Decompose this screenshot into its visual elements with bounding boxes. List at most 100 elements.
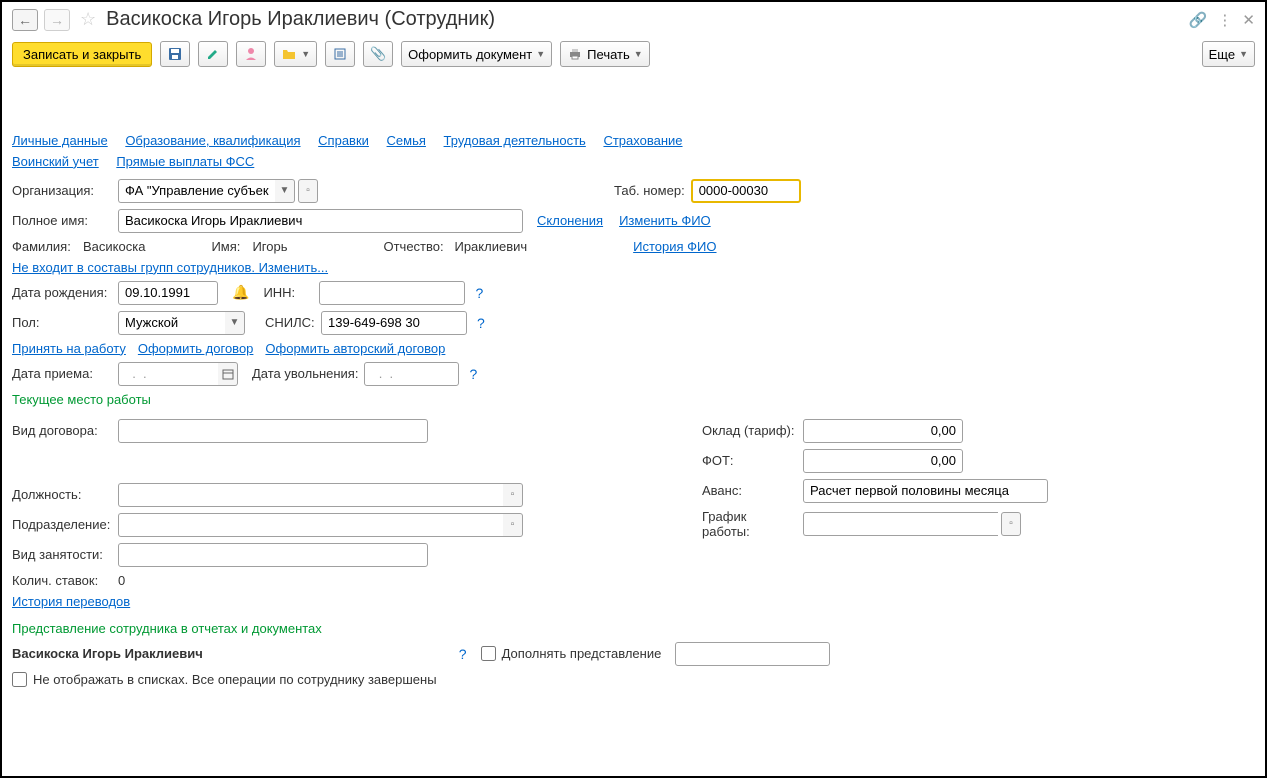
link-icon[interactable]: 🔗 bbox=[1189, 11, 1208, 29]
edit-button[interactable] bbox=[198, 41, 228, 67]
nav-family[interactable]: Семья bbox=[387, 133, 426, 148]
declensions-link[interactable]: Склонения bbox=[537, 213, 603, 228]
hire-link[interactable]: Принять на работу bbox=[12, 341, 126, 356]
repr-add-input[interactable] bbox=[675, 642, 830, 666]
schedule-open-button[interactable]: ▫ bbox=[1001, 512, 1021, 536]
calendar-icon bbox=[222, 368, 234, 380]
kebab-menu-icon[interactable]: ⋮ bbox=[1217, 11, 1232, 29]
nav-insurance[interactable]: Страхование bbox=[603, 133, 682, 148]
emptype-label: Вид занятости: bbox=[12, 547, 112, 562]
author-contract-link[interactable]: Оформить авторский договор bbox=[265, 341, 445, 356]
salary-input[interactable] bbox=[803, 419, 963, 443]
nav-personal[interactable]: Личные данные bbox=[12, 133, 108, 148]
folder-icon bbox=[281, 46, 297, 62]
more-button[interactable]: Еще▼ bbox=[1202, 41, 1255, 67]
middlename-value: Ираклиевич bbox=[454, 239, 527, 254]
firedate-label: Дата увольнения: bbox=[252, 366, 358, 381]
contract-link[interactable]: Оформить договор bbox=[138, 341, 254, 356]
position-open-button[interactable]: ▫ bbox=[503, 483, 523, 507]
list-icon bbox=[332, 46, 348, 62]
sex-combo: ▼ bbox=[118, 311, 245, 335]
floppy-icon bbox=[167, 46, 183, 62]
nav-fss[interactable]: Прямые выплаты ФСС bbox=[116, 154, 254, 169]
dob-input[interactable] bbox=[118, 281, 218, 305]
pencil-icon bbox=[205, 46, 221, 62]
org-open-button[interactable]: ▫ bbox=[298, 179, 318, 203]
fot-label: ФОТ: bbox=[702, 453, 797, 468]
nav-military[interactable]: Воинский учет bbox=[12, 154, 99, 169]
position-label: Должность: bbox=[12, 487, 112, 502]
schedule-input[interactable] bbox=[803, 512, 998, 536]
fot-input[interactable] bbox=[803, 449, 963, 473]
transfers-link[interactable]: История переводов bbox=[12, 594, 130, 609]
hiredate-calendar-button[interactable] bbox=[218, 362, 238, 386]
snils-label: СНИЛС: bbox=[265, 315, 315, 330]
inn-help-icon[interactable]: ? bbox=[475, 285, 483, 301]
inn-label: ИНН: bbox=[263, 285, 313, 300]
sex-dropdown-button[interactable]: ▼ bbox=[225, 311, 245, 335]
folder-dropdown-button[interactable]: ▼ bbox=[274, 41, 317, 67]
printer-icon bbox=[567, 46, 583, 62]
repr-add-checkbox[interactable] bbox=[481, 646, 496, 661]
firedate-help-icon[interactable]: ? bbox=[469, 366, 477, 382]
favorite-star-icon[interactable]: ☆ bbox=[80, 9, 96, 30]
chevron-down-icon: ▼ bbox=[634, 49, 643, 59]
dept-open-button[interactable]: ▫ bbox=[503, 513, 523, 537]
org-input[interactable] bbox=[118, 179, 275, 203]
section-nav: Личные данные Образование, квалификация … bbox=[12, 131, 1255, 173]
middlename-label: Отчество: bbox=[383, 239, 448, 254]
fullname-input[interactable] bbox=[118, 209, 523, 233]
emptype-input[interactable] bbox=[118, 543, 428, 567]
snils-help-icon[interactable]: ? bbox=[477, 315, 485, 331]
chevron-down-icon: ▼ bbox=[1239, 49, 1248, 59]
org-dropdown-button[interactable]: ▼ bbox=[275, 179, 295, 203]
repr-header: Представление сотрудника в отчетах и док… bbox=[12, 621, 322, 636]
tabnum-input[interactable] bbox=[691, 179, 801, 203]
create-document-button[interactable]: Оформить документ▼ bbox=[401, 41, 552, 67]
print-button[interactable]: Печать▼ bbox=[560, 41, 650, 67]
inn-input[interactable] bbox=[319, 281, 465, 305]
groups-link[interactable]: Не входит в составы групп сотрудников. И… bbox=[12, 260, 328, 275]
rate-value: 0 bbox=[118, 573, 125, 588]
position-input[interactable] bbox=[118, 483, 503, 507]
tabnum-label: Таб. номер: bbox=[614, 183, 685, 198]
person-icon bbox=[243, 46, 259, 62]
dept-label: Подразделение: bbox=[12, 517, 112, 532]
firedate-input[interactable] bbox=[364, 362, 459, 386]
nav-references[interactable]: Справки bbox=[318, 133, 369, 148]
nav-work[interactable]: Трудовая деятельность bbox=[444, 133, 586, 148]
repr-name: Васикоска Игорь Ираклиевич bbox=[12, 646, 203, 661]
advance-label: Аванс: bbox=[702, 483, 797, 498]
save-button[interactable] bbox=[160, 41, 190, 67]
repr-help-icon[interactable]: ? bbox=[459, 646, 467, 662]
history-name-link[interactable]: История ФИО bbox=[633, 239, 716, 254]
change-name-link[interactable]: Изменить ФИО bbox=[619, 213, 711, 228]
save-close-button[interactable]: Записать и закрыть bbox=[12, 42, 152, 67]
sex-label: Пол: bbox=[12, 315, 112, 330]
contracttype-label: Вид договора: bbox=[12, 423, 112, 438]
workplace-header: Текущее место работы bbox=[12, 392, 151, 407]
firstname-value: Игорь bbox=[252, 239, 287, 254]
sex-input[interactable] bbox=[118, 311, 225, 335]
nav-back-button[interactable]: ← bbox=[12, 9, 38, 31]
fullname-label: Полное имя: bbox=[12, 213, 112, 228]
toolbar: Записать и закрыть ▼ 📎 Оформить документ… bbox=[2, 37, 1265, 75]
contracttype-input[interactable] bbox=[118, 419, 428, 443]
bell-icon[interactable]: 🔔 bbox=[232, 284, 249, 301]
hide-checkbox[interactable] bbox=[12, 672, 27, 687]
person-button[interactable] bbox=[236, 41, 266, 67]
attach-button[interactable]: 📎 bbox=[363, 41, 393, 67]
nav-forward-button[interactable]: → bbox=[44, 9, 70, 31]
nav-education[interactable]: Образование, квалификация bbox=[125, 133, 300, 148]
close-icon[interactable]: ✕ bbox=[1242, 11, 1255, 29]
chevron-down-icon: ▼ bbox=[536, 49, 545, 59]
hiredate-input[interactable] bbox=[118, 362, 218, 386]
dept-input[interactable] bbox=[118, 513, 503, 537]
advance-input[interactable] bbox=[803, 479, 1048, 503]
lastname-label: Фамилия: bbox=[12, 239, 77, 254]
chevron-down-icon: ▼ bbox=[301, 49, 310, 59]
lastname-value: Васикоска bbox=[83, 239, 145, 254]
rate-label: Колич. ставок: bbox=[12, 573, 112, 588]
snils-input[interactable] bbox=[321, 311, 467, 335]
list-button[interactable] bbox=[325, 41, 355, 67]
